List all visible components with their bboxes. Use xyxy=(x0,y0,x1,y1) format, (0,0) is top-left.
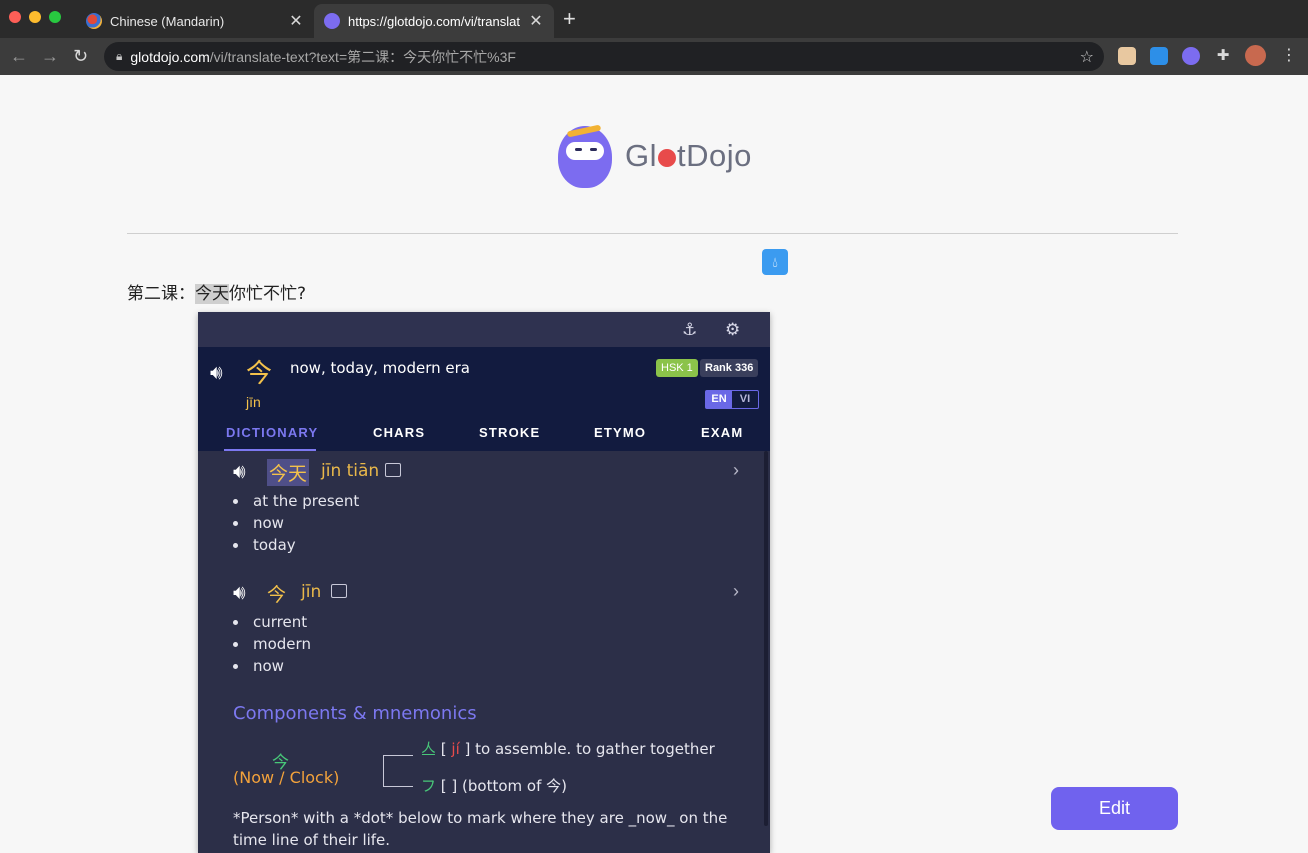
profile-avatar[interactable] xyxy=(1245,45,1266,66)
speaker-icon[interactable]: 🔊︎ xyxy=(210,362,223,385)
headword-definition: now, today, modern era xyxy=(290,359,470,377)
headword-char: 今 xyxy=(246,359,273,389)
new-tab-icon[interactable]: + xyxy=(563,8,576,30)
list-item: today xyxy=(233,534,753,556)
component-part: フ [ ] (bottom of 今) xyxy=(421,777,567,795)
rank-badge: Rank 336 xyxy=(700,359,759,377)
bookmark-star-icon[interactable]: ☆ xyxy=(1080,47,1094,67)
component-char[interactable]: 亼 xyxy=(421,740,436,758)
more-menu-icon[interactable]: ⋮ xyxy=(1280,47,1298,65)
list-item: at the present xyxy=(233,490,753,512)
lang-en-button[interactable]: EN xyxy=(706,391,732,408)
sense-list: current modern now xyxy=(233,611,753,677)
glotdojo-extension-icon[interactable] xyxy=(1182,47,1200,65)
mascot-mask xyxy=(566,142,604,160)
browser-tab-glotdojo[interactable]: https://glotdojo.com/vi/translat ✕ xyxy=(314,4,554,38)
anchor-icon[interactable]: ⚓︎ xyxy=(682,320,697,340)
glotdojo-logo[interactable]: Gl tDojo xyxy=(553,120,763,190)
tab-title: Chinese (Mandarin) xyxy=(110,13,225,29)
extension-icon[interactable] xyxy=(1118,47,1136,65)
tab-stroke[interactable]: STROKE xyxy=(479,425,540,440)
close-tab-icon[interactable]: ✕ xyxy=(528,11,544,31)
glotdojo-favicon-icon xyxy=(324,13,340,29)
back-arrow-icon[interactable]: ← xyxy=(10,46,28,66)
tab-title: https://glotdojo.com/vi/translat xyxy=(348,13,520,29)
list-item: now xyxy=(233,655,753,677)
header-divider xyxy=(127,233,1178,234)
headword-pinyin: jīn xyxy=(246,394,261,410)
entry-pinyin: jīn tiān xyxy=(321,461,380,481)
dictionary-popup: ⚓︎ ⚙︎ 🔊︎ 今 now, today, modern era jīn HS… xyxy=(198,312,770,853)
mascot-eye xyxy=(575,148,582,151)
component-meaning: (bottom of 今) xyxy=(462,777,567,795)
forward-arrow-icon[interactable]: → xyxy=(41,46,59,66)
dictionary-entry: 🔊︎ 今 jīn › current modern now xyxy=(233,580,753,677)
maximize-window-button[interactable] xyxy=(49,11,61,23)
tab-strip: Chinese (Mandarin) ✕ https://glotdojo.co… xyxy=(0,0,1308,38)
components-title: Components & mnemonics xyxy=(233,703,477,724)
component-meaning: to assemble. to gather together xyxy=(475,740,715,758)
speaker-icon[interactable]: 🔊︎ xyxy=(233,582,246,605)
entry-word[interactable]: 今天 xyxy=(267,459,310,486)
image-icon[interactable] xyxy=(385,463,401,477)
highlighted-word[interactable]: 今天 xyxy=(195,284,229,304)
component-char[interactable]: フ xyxy=(421,777,436,795)
component-pinyin: jí xyxy=(451,740,460,758)
component-part: 亼 [ jí ] to assemble. to gather together xyxy=(421,740,715,758)
lang-vi-button[interactable]: VI xyxy=(732,391,758,408)
component-label: (Now / Clock) xyxy=(233,768,340,787)
popup-scrollbar[interactable] xyxy=(764,451,768,826)
puzzle-extensions-icon[interactable]: ✚ xyxy=(1214,47,1232,65)
entry-word[interactable]: 今 xyxy=(267,580,286,607)
component-bracket xyxy=(383,755,413,787)
url-path: /vi/translate-text?text=第二课：今天你忙不忙%3F xyxy=(209,48,516,65)
list-item: now xyxy=(233,512,753,534)
language-toggle[interactable]: EN VI xyxy=(705,390,759,409)
edit-button[interactable]: Edit xyxy=(1051,787,1178,830)
mnemonic-text: *Person* with a *dot* below to mark wher… xyxy=(233,809,728,849)
tab-exam[interactable]: EXAM xyxy=(701,425,743,440)
close-window-button[interactable] xyxy=(9,11,21,23)
tab-dictionary[interactable]: DICTIONARY xyxy=(226,425,318,440)
logo-wordmark: Gl tDojo xyxy=(625,138,752,173)
chevron-right-icon[interactable]: › xyxy=(733,460,739,481)
hsk-badge: HSK 1 xyxy=(656,359,698,377)
address-bar[interactable]: 🔒︎ glotdojo.com/vi/translate-text?text=第… xyxy=(104,42,1104,71)
tab-etymo[interactable]: ETYMO xyxy=(594,425,646,440)
list-item: current xyxy=(233,611,753,633)
url-host: glotdojo.com xyxy=(130,48,210,65)
sentence-prefix: 第二课： xyxy=(127,284,195,304)
water-drop-icon[interactable]: 💧︎ xyxy=(762,249,788,275)
reload-icon[interactable]: ↻ xyxy=(73,46,88,66)
entry-pinyin: jīn xyxy=(301,582,322,602)
list-item: modern xyxy=(233,633,753,655)
browser-tab-chinese[interactable]: Chinese (Mandarin) ✕ xyxy=(76,4,314,38)
speaker-icon[interactable]: 🔊︎ xyxy=(233,461,246,484)
sense-list: at the present now today xyxy=(233,490,753,556)
popup-tabs: DICTIONARY CHARS STROKE ETYMO EXAM xyxy=(198,416,770,451)
image-icon[interactable] xyxy=(331,584,347,598)
tab-chars[interactable]: CHARS xyxy=(373,425,425,440)
gear-icon[interactable]: ⚙︎ xyxy=(725,320,740,340)
source-sentence: 第二课：今天你忙不忙? xyxy=(127,279,306,304)
dictionary-entry: 🔊︎ 今天 jīn tiān › at the present now toda… xyxy=(233,459,753,556)
sentence-rest[interactable]: 你忙不忙? xyxy=(229,284,306,304)
popup-topbar: ⚓︎ ⚙︎ xyxy=(198,312,770,347)
chevron-right-icon[interactable]: › xyxy=(733,581,739,602)
minimize-window-button[interactable] xyxy=(29,11,41,23)
active-tab-indicator xyxy=(224,449,316,451)
mascot-eye xyxy=(590,148,597,151)
wikipedia-favicon-icon xyxy=(86,13,102,29)
close-tab-icon[interactable]: ✕ xyxy=(288,11,304,31)
water-drop-extension-icon[interactable] xyxy=(1150,47,1168,65)
lock-icon: 🔒︎ xyxy=(116,49,123,63)
